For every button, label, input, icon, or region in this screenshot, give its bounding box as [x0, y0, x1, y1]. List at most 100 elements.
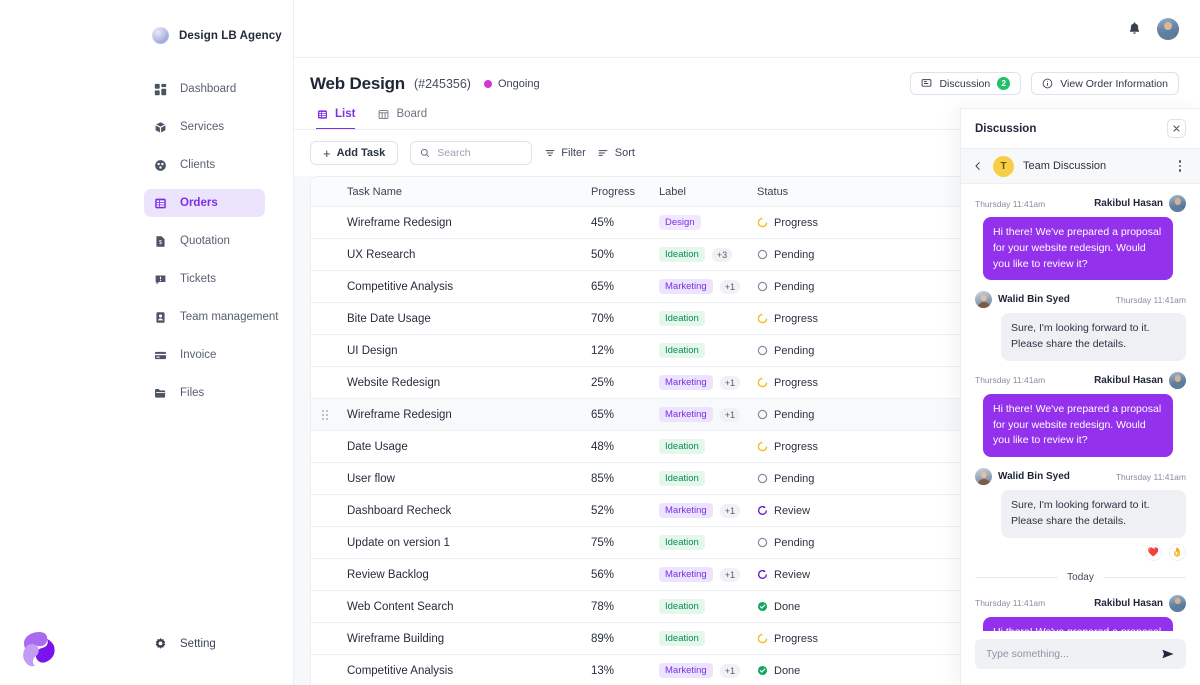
brand-name: Design LB Agency [179, 30, 282, 42]
sphere-logo-icon [152, 27, 169, 44]
day-divider: Today [975, 572, 1186, 583]
message: Walid Bin SyedThursday 11:41amSure, I'm … [975, 291, 1186, 361]
plus-icon: + [323, 147, 331, 160]
label-overflow-chip[interactable]: +1 [720, 504, 740, 518]
label-overflow-chip[interactable]: +1 [720, 568, 740, 582]
message-meta: Thursday 11:41amRakibul Hasan [975, 372, 1186, 389]
dashboard-grid-icon [153, 82, 168, 97]
sidebar-item-tickets[interactable]: Tickets [144, 265, 265, 293]
list-view-icon [316, 108, 328, 120]
cell-progress: 56% [591, 569, 659, 581]
label-chip: Design [659, 215, 701, 230]
discussion-count-badge: 2 [997, 77, 1010, 90]
sidebar-item-label: Invoice [180, 349, 216, 361]
cell-label: Marketing+1 [659, 375, 757, 390]
search-box[interactable] [410, 141, 532, 165]
send-icon[interactable] [1160, 647, 1175, 662]
cell-label: Marketing+1 [659, 279, 757, 294]
reaction-chip[interactable]: 👌 [1169, 544, 1186, 561]
sidebar-item-orders[interactable]: Orders [144, 189, 265, 217]
app-logo-icon [18, 628, 60, 670]
filter-button[interactable]: Filter [544, 147, 585, 159]
sidebar-item-team-management[interactable]: Team management [144, 303, 265, 331]
status-review-icon [757, 569, 768, 580]
close-icon[interactable] [1167, 119, 1186, 138]
tab-label: Board [396, 108, 427, 120]
thread-header: T Team Discussion [961, 149, 1200, 184]
label-chip: Ideation [659, 599, 705, 614]
invoice-card-icon [153, 348, 168, 363]
cell-progress: 70% [591, 313, 659, 325]
sidebar-item-label: Setting [180, 638, 216, 650]
message-input[interactable] [986, 648, 1152, 660]
sidebar-item-label: Quotation [180, 235, 230, 247]
sidebar-nav: Dashboard Services Clients Orders [0, 75, 293, 407]
discussion-icon [921, 78, 932, 89]
sidebar-item-invoice[interactable]: Invoice [144, 341, 265, 369]
quotation-doc-icon: $ [153, 234, 168, 249]
avatar[interactable] [1157, 18, 1179, 40]
status-progress-icon [757, 377, 768, 388]
status-text: Progress [774, 313, 818, 325]
cell-task-name: Review Backlog [311, 569, 591, 581]
tab-list[interactable]: List [316, 108, 355, 130]
view-order-information-button[interactable]: View Order Information [1031, 72, 1179, 95]
sidebar-item-files[interactable]: Files [144, 379, 265, 407]
label-overflow-chip[interactable]: +1 [720, 280, 740, 294]
sort-button[interactable]: Sort [598, 147, 635, 159]
cell-status: Progress [757, 633, 877, 645]
add-task-button[interactable]: + Add Task [310, 141, 398, 165]
label-chip: Ideation [659, 343, 705, 358]
cell-task-name: Dashboard Recheck [311, 505, 591, 517]
label-chip: Ideation [659, 439, 705, 454]
status-progress-icon [757, 217, 768, 228]
main-content: Web Design (#245356) Ongoing Discussion … [294, 0, 1200, 685]
discussion-button[interactable]: Discussion 2 [910, 72, 1021, 95]
avatar [975, 291, 992, 308]
message-time: Thursday 11:41am [1116, 472, 1186, 482]
sidebar-item-clients[interactable]: Clients [144, 151, 265, 179]
cell-task-name: UX Research [311, 249, 591, 261]
sidebar-item-setting[interactable]: Setting [144, 636, 216, 651]
status-pending-icon [757, 409, 768, 420]
label-overflow-chip[interactable]: +3 [712, 248, 732, 262]
sidebar-item-dashboard[interactable]: Dashboard [144, 75, 265, 103]
sidebar-item-label: Team management [180, 311, 278, 323]
message-list: Thursday 11:41amRakibul HasanHi there! W… [961, 184, 1200, 631]
avatar [1169, 372, 1186, 389]
label-overflow-chip[interactable]: +1 [720, 376, 740, 390]
search-input[interactable] [437, 147, 522, 159]
composer-box[interactable] [975, 639, 1186, 669]
ticket-icon [153, 272, 168, 287]
more-vertical-icon[interactable] [1174, 160, 1186, 172]
thread-title: Team Discussion [1023, 160, 1165, 172]
sidebar-item-quotation[interactable]: $ Quotation [144, 227, 265, 255]
cell-label: Ideation [659, 343, 757, 358]
bell-icon[interactable] [1126, 20, 1143, 37]
status-text: Review [774, 505, 810, 517]
label-overflow-chip[interactable]: +1 [720, 408, 740, 422]
status-text: Pending [774, 537, 814, 549]
message-time: Thursday 11:41am [975, 375, 1045, 385]
cell-progress: 50% [591, 249, 659, 261]
drag-handle-icon[interactable] [322, 410, 328, 420]
sidebar-item-label: Tickets [180, 273, 216, 285]
tab-board[interactable]: Board [377, 108, 427, 130]
cell-label: Ideation [659, 311, 757, 326]
reaction-chip[interactable]: ❤️ [1145, 544, 1162, 561]
status-text: Pending [774, 249, 814, 261]
label-overflow-chip[interactable]: +1 [720, 664, 740, 678]
cell-label: Ideation [659, 631, 757, 646]
cell-progress: 52% [591, 505, 659, 517]
message-bubble: Sure, I'm looking forward to it. Please … [1001, 490, 1186, 538]
message-author: Rakibul Hasan [1094, 598, 1163, 609]
cell-status: Pending [757, 473, 877, 485]
cell-task-name: Wireframe Building [311, 633, 591, 645]
chevron-left-icon[interactable] [972, 160, 984, 172]
sort-label: Sort [615, 147, 635, 159]
sidebar-item-services[interactable]: Services [144, 113, 265, 141]
cell-status: Progress [757, 217, 877, 229]
column-header-progress: Progress [591, 186, 659, 198]
label-chip: Marketing [659, 567, 713, 582]
column-header-task-name: Task Name [311, 186, 591, 198]
